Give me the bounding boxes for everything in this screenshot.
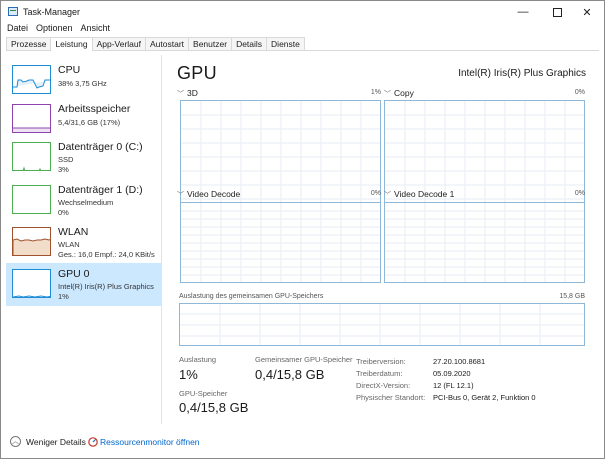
sidebar-item-usage: 3% (58, 165, 69, 174)
task-manager-window: Task-Manager — ✕ Datei Optionen Ansicht … (0, 0, 605, 459)
tab-startup[interactable]: Autostart (145, 37, 190, 50)
sidebar-item-wlan[interactable]: WLAN WLAN Ges.: 16,0 Empf.: 24,0 KBit/s (6, 221, 161, 264)
graph-3d-selector[interactable]: ﹀ 3D (177, 88, 198, 99)
gpu-model-name: Intel(R) Iris(R) Plus Graphics (458, 68, 586, 79)
driver-date-label: Treiberdatum: (356, 369, 403, 378)
sidebar-item-usage: 1% (58, 292, 69, 301)
sidebar-item-detail: 38% 3,75 GHz (58, 79, 107, 88)
graph-video-decode-1-selector[interactable]: ﹀ Video Decode 1 (384, 189, 454, 200)
open-resource-monitor-link[interactable]: Ressourcenmonitor öffnen (100, 437, 200, 447)
task-manager-app-icon (8, 7, 18, 16)
sidebar-item-title: Datenträger 1 (D:) (58, 184, 143, 196)
tab-details[interactable]: Details (231, 37, 268, 50)
graph-video-decode-1-plot (385, 203, 584, 282)
graph-video-decode-selector[interactable]: ﹀ Video Decode (177, 189, 240, 200)
graph-video-decode-1 (384, 202, 585, 283)
chevron-down-icon: ﹀ (177, 192, 184, 199)
memory-thumbnail-graph (12, 104, 51, 133)
maximize-icon (552, 7, 562, 17)
sidebar-item-gpu-0[interactable]: GPU 0 Intel(R) Iris(R) Plus Graphics 1% (6, 263, 161, 306)
directx-version-value: 12 (FL 12.1) (433, 381, 474, 390)
chevron-down-icon: ﹀ (384, 91, 391, 98)
disk-0-thumbnail-graph (12, 142, 51, 171)
utilization-label: Auslastung (179, 355, 217, 364)
cpu-thumbnail-graph (12, 65, 51, 94)
sidebar-item-title: WLAN (58, 226, 89, 238)
sidebar-item-detail: WLAN (58, 240, 80, 249)
shared-memory-graph-label: Auslastung des gemeinsamen GPU-Speichers (179, 293, 324, 300)
sidebar-item-cpu[interactable]: CPU 38% 3,75 GHz (6, 59, 161, 102)
sidebar-item-throughput: Ges.: 16,0 Empf.: 24,0 KBit/s (58, 250, 155, 259)
resource-monitor-icon (88, 437, 98, 447)
tab-services[interactable]: Dienste (266, 37, 305, 50)
sidebar-item-title: Datenträger 0 (C:) (58, 141, 143, 153)
driver-date-value: 05.09.2020 (433, 369, 471, 378)
shared-gpu-memory-value: 0,4/15,8 GB (255, 367, 325, 382)
wlan-thumbnail-graph (12, 227, 51, 256)
sidebar-item-usage: 0% (58, 208, 69, 217)
sidebar-item-detail: SSD (58, 155, 74, 164)
physical-location-value: PCI-Bus 0, Gerät 2, Funktion 0 (433, 393, 536, 402)
tab-strip: Prozesse Leistung App-Verlauf Autostart … (6, 37, 599, 51)
graph-video-decode-1-label: Video Decode 1 (394, 189, 455, 199)
menu-options[interactable]: Optionen (31, 22, 76, 36)
gpu-memory-label: GPU-Speicher (179, 389, 228, 398)
sidebar-item-title: Arbeitsspeicher (58, 103, 131, 115)
menu-file[interactable]: Datei (1, 22, 31, 36)
shared-memory-graph (179, 303, 585, 346)
shared-memory-graph-plot (180, 304, 584, 345)
sidebar-item-disk-0[interactable]: Datenträger 0 (C:) SSD 3% (6, 136, 161, 179)
tab-performance[interactable]: Leistung (50, 37, 93, 51)
menu-view[interactable]: Ansicht (76, 22, 114, 36)
graph-copy-label: Copy (394, 88, 414, 98)
gpu-memory-value: 0,4/15,8 GB (179, 400, 249, 415)
sidebar-item-detail: Intel(R) Iris(R) Plus Graphics (58, 282, 154, 291)
directx-version-label: DirectX-Version: (356, 381, 411, 390)
graph-copy-percent: 0% (574, 89, 585, 96)
sidebar-item-title: CPU (58, 64, 81, 76)
gpu-0-thumbnail-graph (12, 269, 51, 298)
disk-1-thumbnail-graph (12, 185, 51, 214)
graph-3d-label: 3D (187, 88, 198, 98)
gpu-detail-panel: GPU Intel(R) Iris(R) Plus Graphics ﹀ 3D 1… (171, 55, 591, 425)
sidebar-item-memory[interactable]: Arbeitsspeicher 5,4/31,6 GB (17%) (6, 98, 161, 141)
performance-sidebar: CPU 38% 3,75 GHz Arbeitsspeicher 5,4/31,… (6, 55, 162, 424)
sidebar-item-title: GPU 0 (58, 268, 90, 280)
close-button[interactable]: ✕ (570, 1, 604, 23)
shared-gpu-memory-label: Gemeinsamer GPU-Speicher (255, 355, 353, 364)
tab-processes[interactable]: Prozesse (6, 37, 52, 50)
sidebar-item-disk-1[interactable]: Datenträger 1 (D:) Wechselmedium 0% (6, 179, 161, 222)
shared-memory-graph-max: 15,8 GB (559, 293, 585, 300)
driver-version-value: 27.20.100.8681 (433, 357, 486, 366)
chevron-down-icon: ﹀ (177, 91, 184, 98)
page-title: GPU (177, 63, 217, 83)
close-icon: ✕ (582, 6, 592, 19)
utilization-value: 1% (179, 367, 198, 382)
footer-bar: ︿ Weniger Details Ressourcenmonitor öffn… (1, 431, 604, 453)
menu-bar: Datei Optionen Ansicht (1, 22, 113, 36)
graph-video-decode (180, 202, 381, 283)
minimize-icon: — (517, 6, 529, 18)
physical-location-label: Physischer Standort: (356, 393, 426, 402)
sidebar-item-detail: 5,4/31,6 GB (17%) (58, 118, 121, 127)
graph-video-decode-label: Video Decode (187, 189, 241, 199)
graph-video-decode-percent: 0% (370, 190, 381, 197)
sidebar-item-detail: Wechselmedium (58, 198, 114, 207)
chevron-up-icon[interactable]: ︿ (10, 436, 21, 447)
fewer-details-link[interactable]: Weniger Details (26, 437, 86, 447)
window-title: Task-Manager (23, 7, 81, 17)
graph-video-decode-plot (181, 203, 380, 282)
graph-video-decode-1-percent: 0% (574, 190, 585, 197)
graph-copy-selector[interactable]: ﹀ Copy (384, 88, 414, 99)
driver-version-label: Treiberversion: (356, 357, 406, 366)
tab-users[interactable]: Benutzer (188, 37, 233, 50)
graph-3d-percent: 1% (370, 89, 381, 96)
title-bar: Task-Manager — ✕ (1, 1, 604, 23)
minimize-button[interactable]: — (506, 1, 540, 23)
chevron-down-icon: ﹀ (384, 192, 391, 199)
tab-app-history[interactable]: App-Verlauf (91, 37, 146, 50)
maximize-button[interactable] (540, 1, 574, 23)
